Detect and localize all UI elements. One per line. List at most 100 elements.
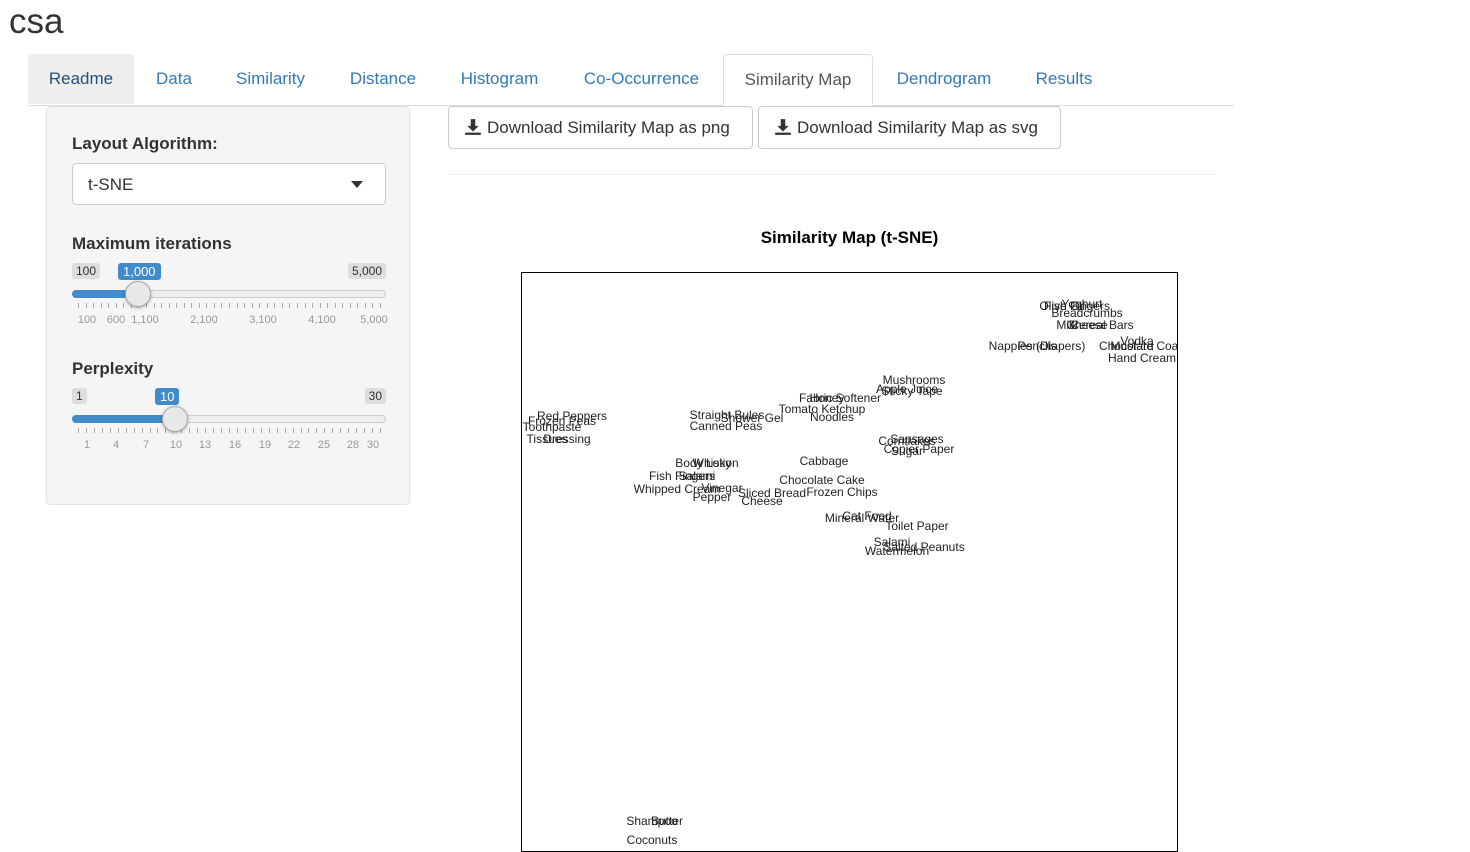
slider-value-label: 10: [155, 388, 180, 405]
slider-handle[interactable]: [162, 406, 188, 432]
slider-tick: [356, 428, 358, 433]
download-svg-label: Download Similarity Map as svg: [797, 118, 1038, 137]
map-point-label: Cabbage: [799, 454, 849, 468]
slider-tick-label: 1: [83, 439, 91, 451]
slider-tick: [78, 303, 79, 308]
slider-tick: [206, 303, 208, 308]
slider-tick-label: 28: [346, 439, 360, 451]
slider-tick: [340, 428, 342, 433]
slider-tick: [304, 303, 306, 308]
slider-tick: [364, 428, 366, 433]
slider-tick: [229, 303, 230, 308]
slider-tick: [205, 428, 207, 433]
map-point-label: Coconuts: [626, 833, 678, 847]
tab-dendrogram[interactable]: Dendrogram: [873, 54, 1015, 104]
download-svg-button[interactable]: Download Similarity Map as svg: [758, 106, 1061, 149]
download-icon: [775, 118, 791, 135]
tab-results[interactable]: Results: [1015, 54, 1113, 104]
slider-tick: [259, 303, 261, 308]
slider-tick: [289, 303, 291, 308]
tab-distance[interactable]: Distance: [327, 54, 439, 104]
map-point-label: Frozen Chips: [806, 485, 878, 499]
slider-tick: [197, 428, 199, 433]
slider-tick: [319, 303, 321, 308]
similarity-map-plot: Yoghurt Olive Oil Fish Fingers Breadcrumbs M…: [521, 272, 1178, 852]
slider-tick: [176, 303, 178, 308]
chevron-down-icon: [351, 181, 363, 188]
download-icon: [465, 118, 481, 135]
slider-fill: [72, 415, 175, 423]
map-point-label: Hand Cream: [1107, 351, 1177, 365]
slider-max-label: 5,000: [347, 263, 386, 279]
slider-tick: [198, 303, 200, 308]
tab-similarity[interactable]: Similarity: [214, 54, 327, 104]
slider-tick: [213, 428, 215, 433]
slider-tick: [183, 303, 185, 308]
map-point-label: Pencils: [1017, 339, 1057, 353]
perplexity-label: Perplexity: [72, 359, 154, 378]
slider-tick: [281, 303, 283, 308]
slider-tick-label: 2,100: [190, 314, 218, 326]
slider-tick: [357, 303, 359, 308]
tab-data[interactable]: Data: [134, 54, 214, 104]
map-point-label: Cheese: [1066, 318, 1108, 332]
slider-tick: [334, 303, 336, 308]
max-iterations-slider[interactable]: 100 5,000 1,000 100 600 1,100 2,100 3,100 4,1…: [72, 263, 388, 343]
slider-tick: [117, 428, 119, 433]
slider-tick: [157, 428, 159, 433]
map-point-label: Watermelon: [864, 544, 930, 558]
slider-tick: [372, 428, 374, 433]
tab-bar: Readme Data Similarity Distance Histogra…: [28, 54, 1234, 106]
slider-tick-label: 30: [366, 439, 380, 451]
slider-tick: [348, 428, 350, 433]
slider-handle[interactable]: [125, 281, 151, 307]
map-point-label: Cheese: [741, 494, 783, 508]
slider-tick: [101, 428, 103, 433]
slider-tick: [236, 428, 238, 433]
slider-tick: [276, 428, 278, 433]
layout-algorithm-select[interactable]: t-SNE: [72, 163, 386, 205]
divider: [448, 174, 1215, 175]
slider-tick: [380, 303, 381, 308]
slider-tick: [308, 428, 310, 433]
tab-readme[interactable]: Readme: [28, 54, 134, 104]
download-png-button[interactable]: Download Similarity Map as png: [448, 106, 753, 149]
slider-tick: [268, 428, 270, 433]
slider-tick: [100, 303, 102, 308]
slider-tick: [93, 428, 95, 433]
slider-min-label: 1: [72, 388, 87, 404]
map-point-label: Noodles: [809, 410, 855, 424]
app-title: csa: [9, 2, 64, 41]
slider-tick: [115, 303, 117, 308]
tab-co-occurrence[interactable]: Co-Occurrence: [560, 54, 723, 104]
slider-tick: [274, 303, 276, 308]
slider-max-label: 30: [364, 388, 386, 404]
slider-tick: [153, 303, 155, 308]
slider-tick: [312, 303, 314, 308]
map-point-label: Pepper: [692, 490, 732, 504]
slider-tick: [133, 428, 135, 433]
slider-tick: [342, 303, 344, 308]
download-png-label: Download Similarity Map as png: [487, 118, 730, 137]
slider-tick: [380, 428, 381, 433]
slider-tick: [141, 428, 143, 433]
slider-tick-label: 10: [169, 439, 183, 451]
slider-tick-label: 13: [198, 439, 212, 451]
slider-tick: [292, 428, 294, 433]
slider-tick: [168, 303, 170, 308]
tab-histogram[interactable]: Histogram: [439, 54, 560, 104]
map-point-label: Sticky Tape: [881, 384, 943, 398]
perplexity-slider[interactable]: 1 30 10 1 4 7 10 13 16 19 22 25 28 30: [72, 388, 386, 468]
map-point-label: Toilet Paper: [885, 519, 949, 533]
slider-tick: [324, 428, 326, 433]
slider-tick: [251, 303, 253, 308]
slider-tick: [229, 428, 230, 433]
slider-tick: [108, 303, 110, 308]
slider-tick: [85, 428, 87, 433]
slider-tick: [109, 428, 111, 433]
slider-tick: [191, 303, 193, 308]
tab-similarity-map[interactable]: Similarity Map: [723, 54, 873, 106]
slider-tick: [78, 428, 79, 433]
slider-tick-label: 1,100: [131, 314, 159, 326]
slider-tick-label: 600: [106, 314, 126, 326]
